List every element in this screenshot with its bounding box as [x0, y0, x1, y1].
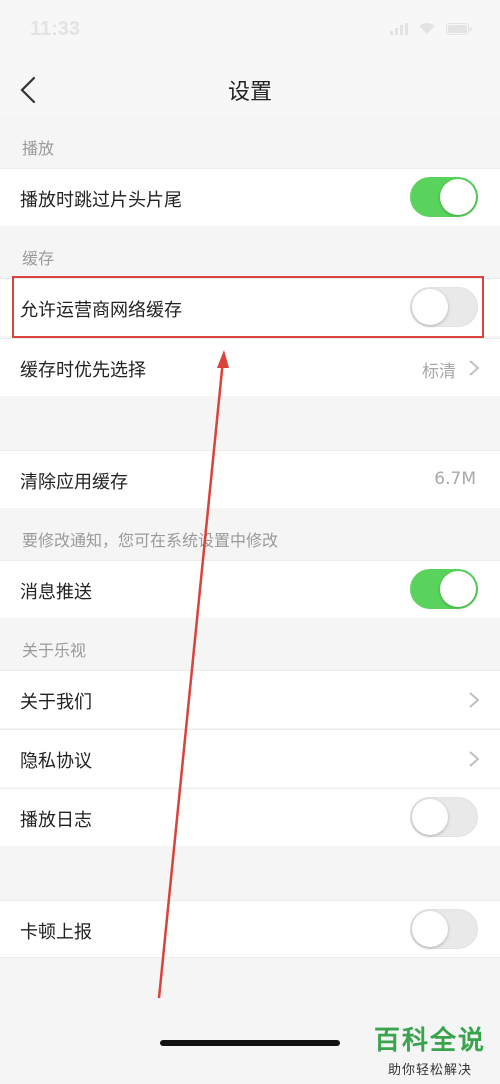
watermark-subtitle: 助你轻松解决 [387, 1063, 472, 1078]
watermark-title: 百科全说 [373, 1026, 486, 1056]
watermark-logo: 百科全说 助你轻松解决 [374, 1020, 486, 1078]
home-indicator [160, 1040, 340, 1046]
annotation-arrow [157, 350, 229, 999]
